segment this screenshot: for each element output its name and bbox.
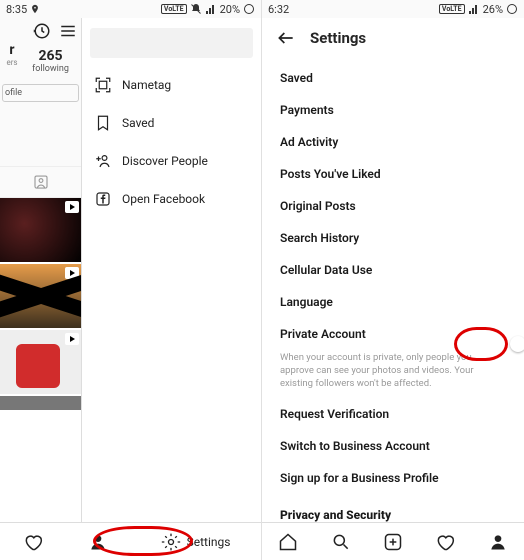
add-person-icon [94,152,112,170]
row-label: Original Posts [280,199,356,213]
row-private-account[interactable]: Private Account [280,318,520,350]
hamburger-icon[interactable] [59,22,77,40]
row-signup-business[interactable]: Sign up for a Business Profile [280,462,520,494]
battery-circle-icon [243,3,255,15]
row-label: Cellular Data Use [280,263,372,277]
row-label: Saved [280,71,313,85]
menu-label: Discover People [122,154,208,168]
edit-profile-button[interactable]: ofile [2,84,79,102]
status-time: 6:32 [268,3,289,16]
status-bar: 6:32 VoLTE 26% [262,0,524,18]
row-label: Language [280,295,333,309]
row-label: Request Verification [280,407,389,421]
bookmark-icon [94,114,112,132]
notification-mute-icon [190,3,202,15]
row-label: Ad Activity [280,135,338,149]
phone-right-settings: 6:32 VoLTE 26% Settings Saved Payments A… [262,0,524,560]
battery-circle-icon [506,3,518,15]
side-drawer-menu: Nametag Saved Discover People Open Faceb… [82,18,261,522]
row-label: Private Account [280,327,366,341]
tagged-icon[interactable] [32,173,50,191]
row-payments[interactable]: Payments [280,94,520,126]
section-privacy-security: Privacy and Security [280,494,520,522]
settings-list[interactable]: Saved Payments Ad Activity Posts You've … [262,62,524,522]
profile-icon[interactable] [488,532,508,552]
row-search-history[interactable]: Search History [280,222,520,254]
row-label: Search History [280,231,359,245]
menu-label: Open Facebook [122,192,205,206]
video-badge-icon [65,201,79,213]
search-icon[interactable] [331,532,351,552]
menu-username-header[interactable] [90,28,253,58]
grid-thumb[interactable] [0,264,82,328]
battery-text: 20% [220,3,240,16]
menu-label: Saved [122,116,154,130]
profile-icon[interactable] [88,532,108,552]
signal-icon [205,3,217,15]
video-badge-icon [65,267,79,279]
history-icon[interactable] [33,22,51,40]
following-label: following [20,64,81,74]
bottom-nav-right [262,522,524,560]
private-account-description: When your account is private, only peopl… [280,350,520,398]
row-ad-activity[interactable]: Ad Activity [280,126,520,158]
volte-icon: VoLTE [161,4,187,14]
followers-count-partial: r [2,42,20,58]
followers-label-partial: ers [2,58,20,67]
row-label: Posts You've Liked [280,167,381,181]
following-count[interactable]: 265 [20,48,81,64]
grid-thumb[interactable] [0,396,82,410]
home-icon[interactable] [278,532,298,552]
row-language[interactable]: Language [280,286,520,318]
row-posts-liked[interactable]: Posts You've Liked [280,158,520,190]
add-post-icon[interactable] [383,532,403,552]
settings-title: Settings [310,29,366,47]
heart-icon[interactable] [23,532,43,552]
volte-icon: VoLTE [439,4,465,14]
gear-icon [161,532,181,552]
status-time: 8:35 [6,3,27,16]
menu-nametag[interactable]: Nametag [82,66,261,104]
menu-label: Nametag [122,78,171,92]
settings-label: Settings [187,535,231,549]
status-bar: 8:35 VoLTE 20% [0,0,261,18]
row-label: Payments [280,103,334,117]
settings-button[interactable]: Settings [153,528,239,556]
left-body: r ers 265 following ofile [0,18,261,522]
heart-icon[interactable] [435,532,455,552]
settings-header: Settings [262,18,524,62]
row-request-verification[interactable]: Request Verification [280,398,520,430]
nametag-icon [94,76,112,94]
row-saved[interactable]: Saved [280,62,520,94]
grid-thumb[interactable] [0,198,82,262]
profile-strip: r ers 265 following ofile [0,18,82,522]
row-label: Sign up for a Business Profile [280,471,439,485]
menu-open-facebook[interactable]: Open Facebook [82,180,261,218]
menu-saved[interactable]: Saved [82,104,261,142]
location-icon [30,4,40,14]
phone-left-profile-menu: 8:35 VoLTE 20% r ers 265 [0,0,262,560]
row-switch-business[interactable]: Switch to Business Account [280,430,520,462]
profile-tabs [0,166,81,198]
menu-discover-people[interactable]: Discover People [82,142,261,180]
signal-icon [468,3,480,15]
photo-grid [0,198,81,522]
video-badge-icon [65,333,79,345]
row-label: Privacy and Security [280,508,391,522]
battery-text: 26% [483,3,503,16]
row-original-posts[interactable]: Original Posts [280,190,520,222]
row-label: Switch to Business Account [280,439,430,453]
bottom-nav-left: Settings [0,522,261,560]
grid-thumb[interactable] [0,330,82,394]
row-cellular[interactable]: Cellular Data Use [280,254,520,286]
back-arrow-icon[interactable] [276,28,296,48]
facebook-icon [94,190,112,208]
